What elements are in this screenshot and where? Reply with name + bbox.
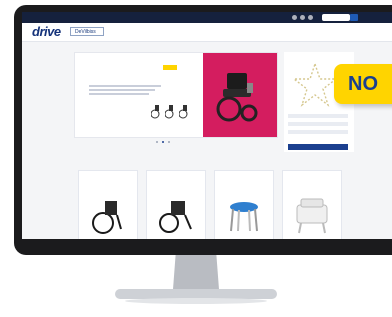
star-illustration-icon [292, 62, 338, 107]
bath-seat-image [296, 198, 328, 234]
monitor-stand-shadow [125, 298, 267, 304]
monitor-stand-neck [172, 255, 220, 291]
wheelchair-thumbnail-icon [151, 105, 160, 119]
promo-badge: NO [334, 64, 392, 104]
wheelchair-thumbnail-icon [179, 105, 188, 119]
product-card[interactable] [282, 170, 342, 239]
social-icon[interactable] [308, 15, 313, 20]
product-card[interactable] [146, 170, 206, 239]
carousel-dot[interactable] [162, 141, 164, 143]
login-field[interactable] [288, 130, 348, 134]
hero-badge [163, 65, 177, 70]
social-icon[interactable] [292, 15, 297, 20]
login-button[interactable] [288, 144, 348, 150]
wheelchair-image [92, 201, 122, 234]
login-field[interactable] [288, 122, 348, 126]
shower-stool-image [230, 202, 258, 232]
carousel-dot[interactable] [156, 141, 158, 143]
hero-text-line [89, 93, 149, 95]
search-icon[interactable] [350, 14, 358, 21]
transit-wheelchair-image [159, 201, 192, 233]
carousel-dot[interactable] [168, 141, 170, 143]
hero-banner[interactable] [74, 52, 278, 138]
monitor-screen: drive DeVilbiss [22, 12, 392, 239]
social-icon[interactable] [300, 15, 305, 20]
login-field[interactable] [288, 114, 348, 118]
devilbiss-logo[interactable]: DeVilbiss [70, 27, 104, 36]
carousel-dots[interactable] [152, 140, 182, 144]
product-card[interactable] [214, 170, 274, 239]
product-card[interactable] [78, 170, 138, 239]
marketing-scene: drive DeVilbiss NO [0, 0, 392, 317]
site-search-input[interactable] [322, 14, 350, 21]
site-topbar [22, 12, 392, 23]
hero-text-line [89, 85, 161, 87]
wheelchair-thumbnail-icon [165, 105, 174, 119]
promo-badge-text: NO [348, 73, 378, 95]
power-wheelchair-image [216, 73, 258, 122]
drive-logo[interactable]: drive [32, 25, 61, 39]
hero-text-line [89, 89, 155, 91]
